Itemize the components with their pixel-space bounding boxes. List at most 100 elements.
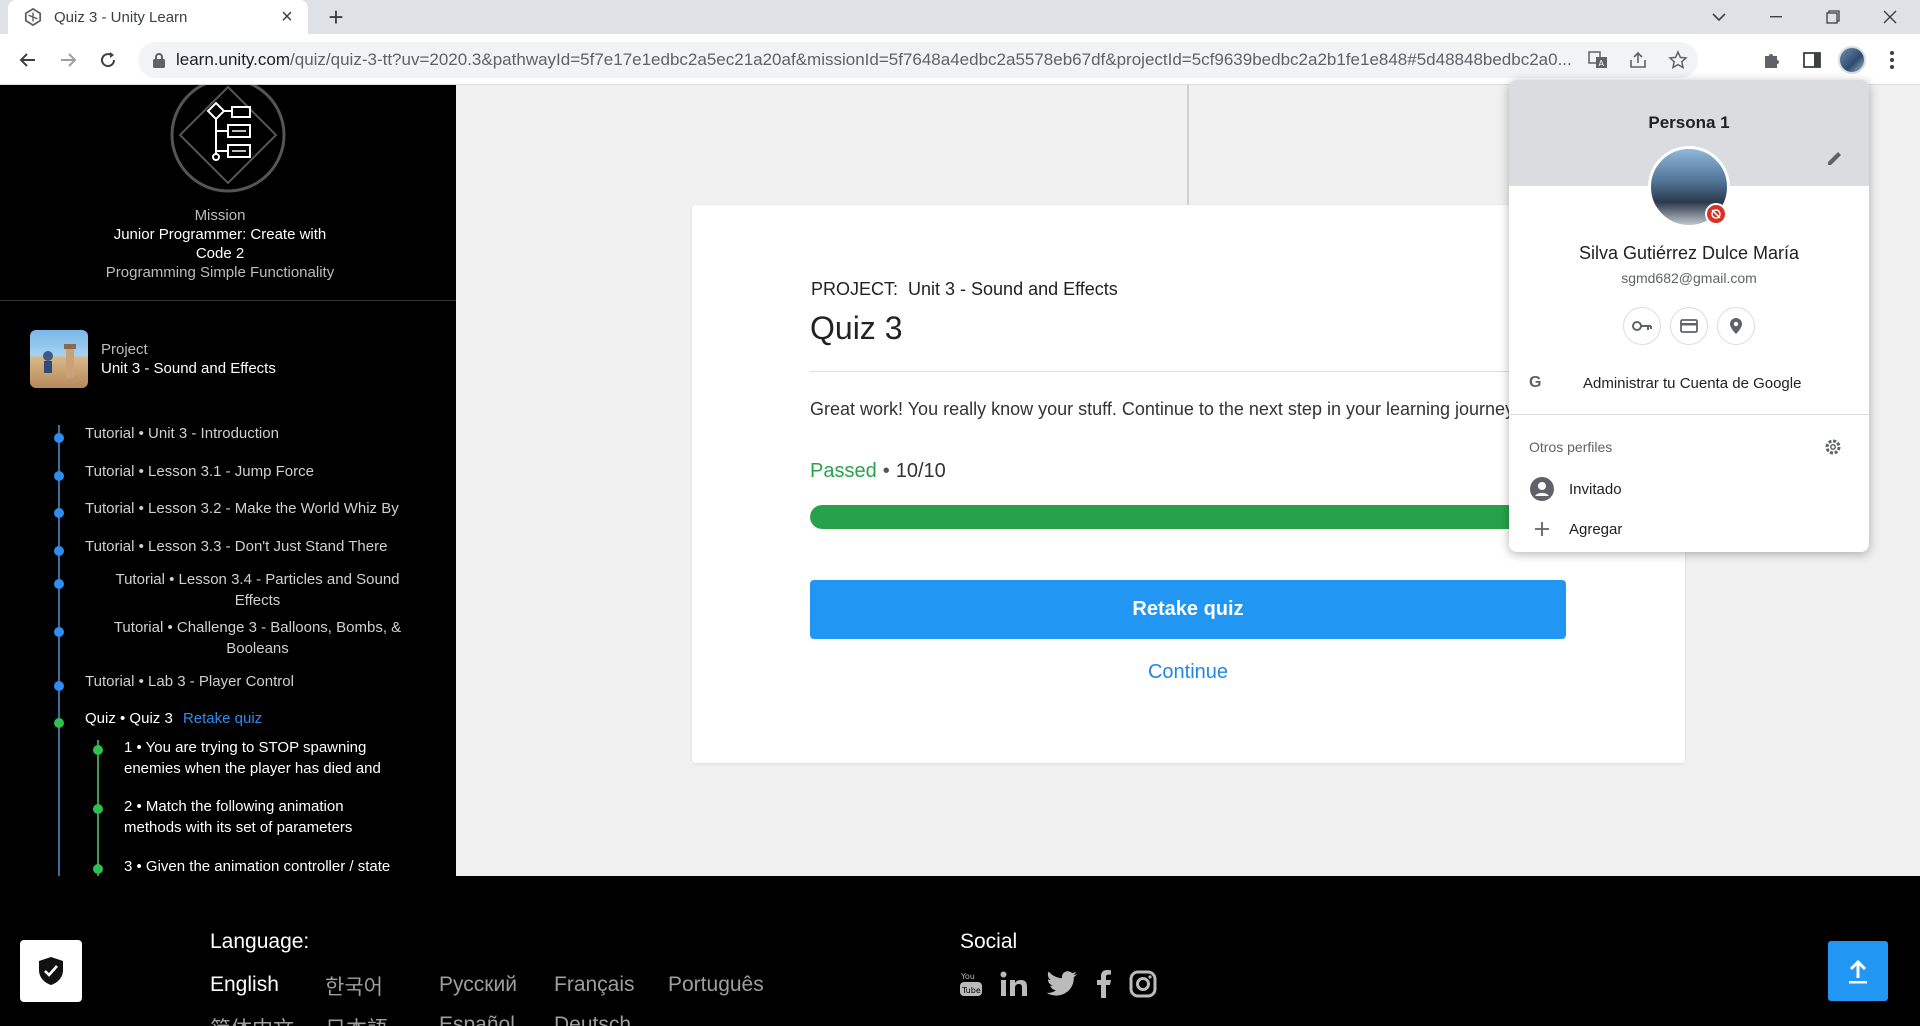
instagram-icon[interactable] <box>1129 968 1157 1000</box>
progress-track <box>58 425 60 876</box>
sidebar-question-3[interactable]: 3 • Given the animation controller / sta… <box>124 856 390 876</box>
language-option-chinese[interactable]: 简体中文 <box>210 1013 294 1026</box>
language-option-korean[interactable]: 한국어 <box>325 971 383 1001</box>
profile-header-name: Persona 1 <box>1648 113 1730 132</box>
minimize-button[interactable] <box>1749 0 1803 34</box>
svg-text:You: You <box>960 972 975 981</box>
close-window-button[interactable] <box>1863 0 1917 34</box>
language-option-english[interactable]: English <box>210 973 279 997</box>
url-host: learn.unity.com <box>176 50 291 69</box>
sidebar-question-1[interactable]: 1 • You are trying to STOP spawning enem… <box>124 737 381 779</box>
gear-icon[interactable] <box>1823 437 1843 457</box>
extensions-puzzle-icon[interactable] <box>1758 46 1786 74</box>
add-profile-label: Agregar <box>1569 520 1623 538</box>
step-dot-current <box>54 718 64 728</box>
step-dot <box>54 471 64 481</box>
quiz-project-name: Unit 3 - Sound and Effects <box>908 279 1118 299</box>
back-to-top-button[interactable] <box>1828 941 1888 1001</box>
sidebar-step-lesson-3-4[interactable]: Tutorial • Lesson 3.4 - Particles and So… <box>85 569 430 611</box>
language-option-portuguese[interactable]: Português <box>668 973 764 997</box>
sidebar-step-lab-3[interactable]: Tutorial • Lab 3 - Player Control <box>85 671 294 692</box>
restore-button[interactable] <box>1806 0 1860 34</box>
continue-link[interactable]: Continue <box>810 661 1566 684</box>
language-option-japanese[interactable]: 日本語 <box>325 1013 388 1026</box>
quiz-status: Passed • 10/10 <box>810 460 946 482</box>
language-option-russian[interactable]: Русский <box>439 973 517 997</box>
bookmark-star-icon[interactable] <box>1658 50 1698 70</box>
manage-google-account-link[interactable]: G Administrar tu Cuenta de Google <box>1509 363 1869 403</box>
privacy-shield-button[interactable] <box>20 940 82 1002</box>
linkedin-icon[interactable] <box>1000 968 1028 1000</box>
guest-profile-item[interactable]: Invitado <box>1529 473 1622 505</box>
upload-arrow-icon <box>1849 959 1867 984</box>
mission-kicker: Mission <box>194 207 246 224</box>
project-name[interactable]: Unit 3 - Sound and Effects <box>101 360 276 377</box>
shield-check-icon <box>39 957 63 985</box>
tab-title: Quiz 3 - Unity Learn <box>54 8 188 26</box>
step-label-line1: Tutorial • Lesson 3.4 - Particles and So… <box>115 571 400 588</box>
language-option-french[interactable]: Français <box>554 973 635 997</box>
translate-icon[interactable]: A <box>1578 50 1618 70</box>
browser-menu-icon[interactable] <box>1878 46 1906 74</box>
edit-pencil-icon[interactable] <box>1825 148 1845 168</box>
payment-card-icon[interactable] <box>1670 307 1708 345</box>
addresses-pin-icon[interactable] <box>1717 307 1755 345</box>
project-thumbnail[interactable] <box>30 330 88 388</box>
sidebar-retake-link[interactable]: Retake quiz <box>183 710 262 727</box>
mission-title-line2[interactable]: Code 2 <box>0 245 440 262</box>
step-label-line2: Booleans <box>226 640 289 657</box>
google-g-icon: G <box>1529 374 1542 391</box>
question-line2: enemies when the player has died and <box>124 760 381 777</box>
language-option-german[interactable]: Deutsch <box>554 1013 631 1026</box>
share-icon[interactable] <box>1618 50 1658 70</box>
reload-icon <box>101 52 116 68</box>
sidebar-step-lesson-3-2[interactable]: Tutorial • Lesson 3.2 - Make the World W… <box>85 498 399 519</box>
manage-account-label: Administrar tu Cuenta de Google <box>1583 374 1802 392</box>
retake-quiz-button[interactable]: Retake quiz <box>810 580 1566 639</box>
browser-toolbar: learn.unity.com/quiz/quiz-3-tt?uv=2020.3… <box>0 34 1920 85</box>
sidebar-step-lesson-3-1[interactable]: Tutorial • Lesson 3.1 - Jump Force <box>85 461 314 482</box>
browser-tab[interactable]: Quiz 3 - Unity Learn × <box>8 0 308 34</box>
address-bar[interactable]: learn.unity.com/quiz/quiz-3-tt?uv=2020.3… <box>138 42 1698 78</box>
back-arrow-icon <box>19 53 35 67</box>
profile-avatar-button[interactable] <box>1838 46 1866 74</box>
guest-label: Invitado <box>1569 480 1622 498</box>
forward-button[interactable] <box>52 44 84 76</box>
profile-menu-popup: Persona 1 Silva Gutiérrez Dulce María sg… <box>1509 80 1869 552</box>
youtube-icon[interactable]: You Tube <box>960 968 982 1000</box>
add-profile-item[interactable]: Agregar <box>1529 513 1622 545</box>
sidebar-question-2[interactable]: 2 • Match the following animation method… <box>124 796 352 838</box>
language-option-spanish[interactable]: Español <box>439 1013 515 1026</box>
quiz-project-line: PROJECT: Unit 3 - Sound and Effects <box>811 279 1118 300</box>
passwords-key-icon[interactable] <box>1623 307 1661 345</box>
url-text: learn.unity.com/quiz/quiz-3-tt?uv=2020.3… <box>176 50 1698 70</box>
score-progress-fill <box>810 505 1566 529</box>
forward-arrow-icon <box>61 53 77 67</box>
side-panel-icon[interactable] <box>1798 46 1826 74</box>
other-profiles-heading: Otros perfiles <box>1529 439 1613 455</box>
facebook-icon[interactable] <box>1096 968 1112 1000</box>
quiz-score: 10/10 <box>895 460 946 482</box>
score-progress-bar <box>810 505 1566 529</box>
reload-button[interactable] <box>92 44 124 76</box>
mission-emblem-icon <box>170 85 286 193</box>
plus-icon <box>1529 516 1555 542</box>
svg-text:Tube: Tube <box>961 986 981 995</box>
profile-full-name: Silva Gutiérrez Dulce María <box>1578 243 1800 263</box>
step-dot <box>54 508 64 518</box>
site-footer: Language: English 한국어 Русский Français P… <box>0 876 1920 1026</box>
sidebar-step-introduction[interactable]: Tutorial • Unit 3 - Introduction <box>85 423 279 444</box>
tab-search-icon[interactable] <box>1692 0 1746 34</box>
sidebar-step-lesson-3-3[interactable]: Tutorial • Lesson 3.3 - Don't Just Stand… <box>85 536 387 557</box>
sidebar-step-challenge-3[interactable]: Tutorial • Challenge 3 - Balloons, Bombs… <box>85 617 430 659</box>
question-dot <box>93 745 103 755</box>
tab-close-icon[interactable]: × <box>276 7 298 27</box>
mission-subtitle: Programming Simple Functionality <box>105 264 335 281</box>
sidebar-step-quiz-3[interactable]: Quiz • Quiz 3 Retake quiz <box>85 708 262 729</box>
twitter-icon[interactable] <box>1046 968 1078 1000</box>
new-tab-button[interactable]: + <box>322 4 350 32</box>
quiz-project-label: PROJECT: <box>811 279 899 299</box>
mission-title-line1[interactable]: Junior Programmer: Create with <box>0 226 440 243</box>
project-thumbnail-image <box>43 344 76 378</box>
back-button[interactable] <box>12 44 44 76</box>
